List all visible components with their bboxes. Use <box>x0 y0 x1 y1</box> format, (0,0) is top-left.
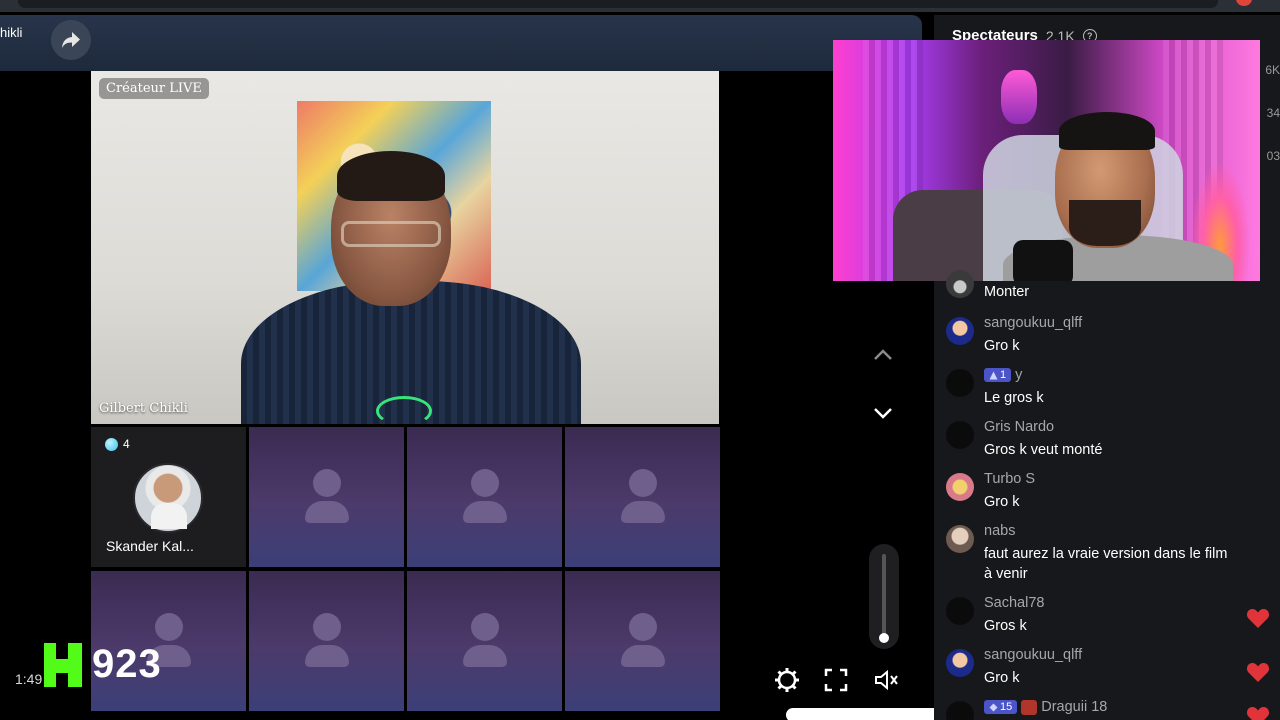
volume-track <box>882 554 886 642</box>
username-text: sangoukuu_qlff <box>984 647 1083 663</box>
record-indicator <box>1236 0 1252 6</box>
level-badge-value: 15 <box>1000 701 1013 713</box>
user-placeholder-icon <box>621 613 665 673</box>
volume-knob[interactable] <box>879 632 889 643</box>
stream-header: hikli <box>0 15 922 71</box>
user-placeholder-icon <box>463 613 507 673</box>
ranking-value: 6K <box>1265 63 1280 77</box>
host-name: Gilbert Chikli <box>99 401 188 416</box>
username-text: Turbo S <box>984 471 1036 487</box>
empty-seat-tile[interactable] <box>565 571 720 711</box>
avatar[interactable] <box>946 525 974 553</box>
share-arrow-icon <box>62 32 80 48</box>
username[interactable]: sangoukuu_qlff <box>984 647 1082 663</box>
username-text: sangoukuu_qlff <box>984 315 1083 331</box>
guest-avatar <box>133 463 203 533</box>
user-placeholder-icon <box>305 613 349 673</box>
username[interactable]: 15 Draguii 18 <box>984 699 1107 715</box>
message-text: Monter <box>984 284 1030 300</box>
bottom-bar <box>786 708 956 720</box>
empty-seat-tile[interactable] <box>249 427 404 567</box>
username-text: Gris Nardo <box>984 419 1055 435</box>
username-text: Draguii 18 <box>1041 699 1108 715</box>
kick-count: 923 <box>92 642 162 686</box>
creator-live-tag: Créateur LIVE <box>99 78 209 99</box>
guest-badge: 4 <box>105 437 130 451</box>
kick-overlay: 923 <box>44 642 162 687</box>
username[interactable]: sangoukuu_qlff <box>984 315 1082 331</box>
user-placeholder-icon <box>305 469 349 529</box>
guest-tile[interactable]: 4 Skander Kal... <box>91 427 246 567</box>
heart-icon[interactable] <box>1246 705 1270 720</box>
empty-seat-tile[interactable] <box>565 427 720 567</box>
empty-seat-tile[interactable] <box>249 571 404 711</box>
gem-icon <box>105 437 118 451</box>
message-text: Gros k <box>984 618 1027 634</box>
message-text: Gro k <box>984 494 1020 510</box>
heart-icon[interactable] <box>1246 661 1270 683</box>
level-triangle-icon <box>989 371 998 379</box>
username[interactable]: 1 y <box>984 367 1022 383</box>
webcam-overlay <box>833 40 1260 281</box>
fullscreen-icon[interactable] <box>822 666 850 694</box>
mascot-figure <box>1001 70 1037 124</box>
fan-badge-icon <box>1021 699 1038 715</box>
user-placeholder-icon <box>621 469 665 529</box>
browser-top-strip <box>0 0 1280 12</box>
host-hair <box>337 151 445 201</box>
empty-seat-tile[interactable] <box>407 427 562 567</box>
avatar[interactable] <box>946 649 974 677</box>
guest-name: Skander Kal... <box>106 538 194 554</box>
live-stream-viewer: hikli Créateur LIVE Gilbert Chikli 4 Ska… <box>0 0 1280 720</box>
ranking-value: 34 <box>1266 106 1280 120</box>
volume-mute-icon[interactable] <box>872 666 900 694</box>
share-button[interactable] <box>51 20 91 60</box>
host-glasses <box>341 221 441 247</box>
streamer-hair <box>1059 112 1155 150</box>
message-text: Gros k veut monté <box>984 442 1103 458</box>
avatar[interactable] <box>946 597 974 625</box>
avatar[interactable] <box>946 369 974 397</box>
ranking-values: 6K 34 03 <box>1265 63 1280 163</box>
host-video[interactable]: Créateur LIVE Gilbert Chikli <box>91 71 719 424</box>
user-placeholder-icon <box>463 469 507 529</box>
level-badge: 15 <box>984 700 1018 714</box>
username-text: y <box>1015 367 1023 383</box>
avatar[interactable] <box>946 270 974 298</box>
avatar[interactable] <box>946 473 974 501</box>
username[interactable]: nabs <box>984 523 1015 539</box>
settings-gear-icon[interactable] <box>773 666 801 694</box>
address-bar[interactable] <box>18 0 1218 8</box>
message-text: Le gros k <box>984 390 1044 406</box>
heart-icon[interactable] <box>1246 607 1270 629</box>
message-text: Gro k <box>984 338 1020 354</box>
message-text: faut aurez la vraie version dans le film… <box>984 546 1228 582</box>
time-label: 1:49 <box>15 671 43 687</box>
username[interactable]: Sachal78 <box>984 595 1044 611</box>
chevron-down-icon[interactable] <box>872 402 894 424</box>
avatar[interactable] <box>946 317 974 345</box>
level-diamond-icon <box>989 703 998 711</box>
kick-logo-icon <box>44 642 82 687</box>
microphone <box>1013 240 1073 281</box>
empty-seat-tile[interactable] <box>407 571 562 711</box>
streamer-name[interactable]: hikli <box>0 25 22 40</box>
message-text: Gro k <box>984 670 1020 686</box>
empty-seat-tile[interactable] <box>91 571 246 711</box>
level-badge: 1 <box>984 368 1012 382</box>
mic-light <box>376 396 432 424</box>
username[interactable]: Gris Nardo <box>984 419 1054 435</box>
guest-badge-count: 4 <box>123 437 130 451</box>
chevron-up-icon[interactable] <box>872 344 894 366</box>
username[interactable]: Turbo S <box>984 471 1035 487</box>
streamer-beard <box>1069 200 1141 246</box>
username-text: Sachal78 <box>984 595 1045 611</box>
ranking-value: 03 <box>1266 149 1280 163</box>
avatar[interactable] <box>946 421 974 449</box>
level-badge-value: 1 <box>1000 369 1007 381</box>
volume-slider[interactable] <box>869 544 899 649</box>
username-text: nabs <box>984 523 1016 539</box>
